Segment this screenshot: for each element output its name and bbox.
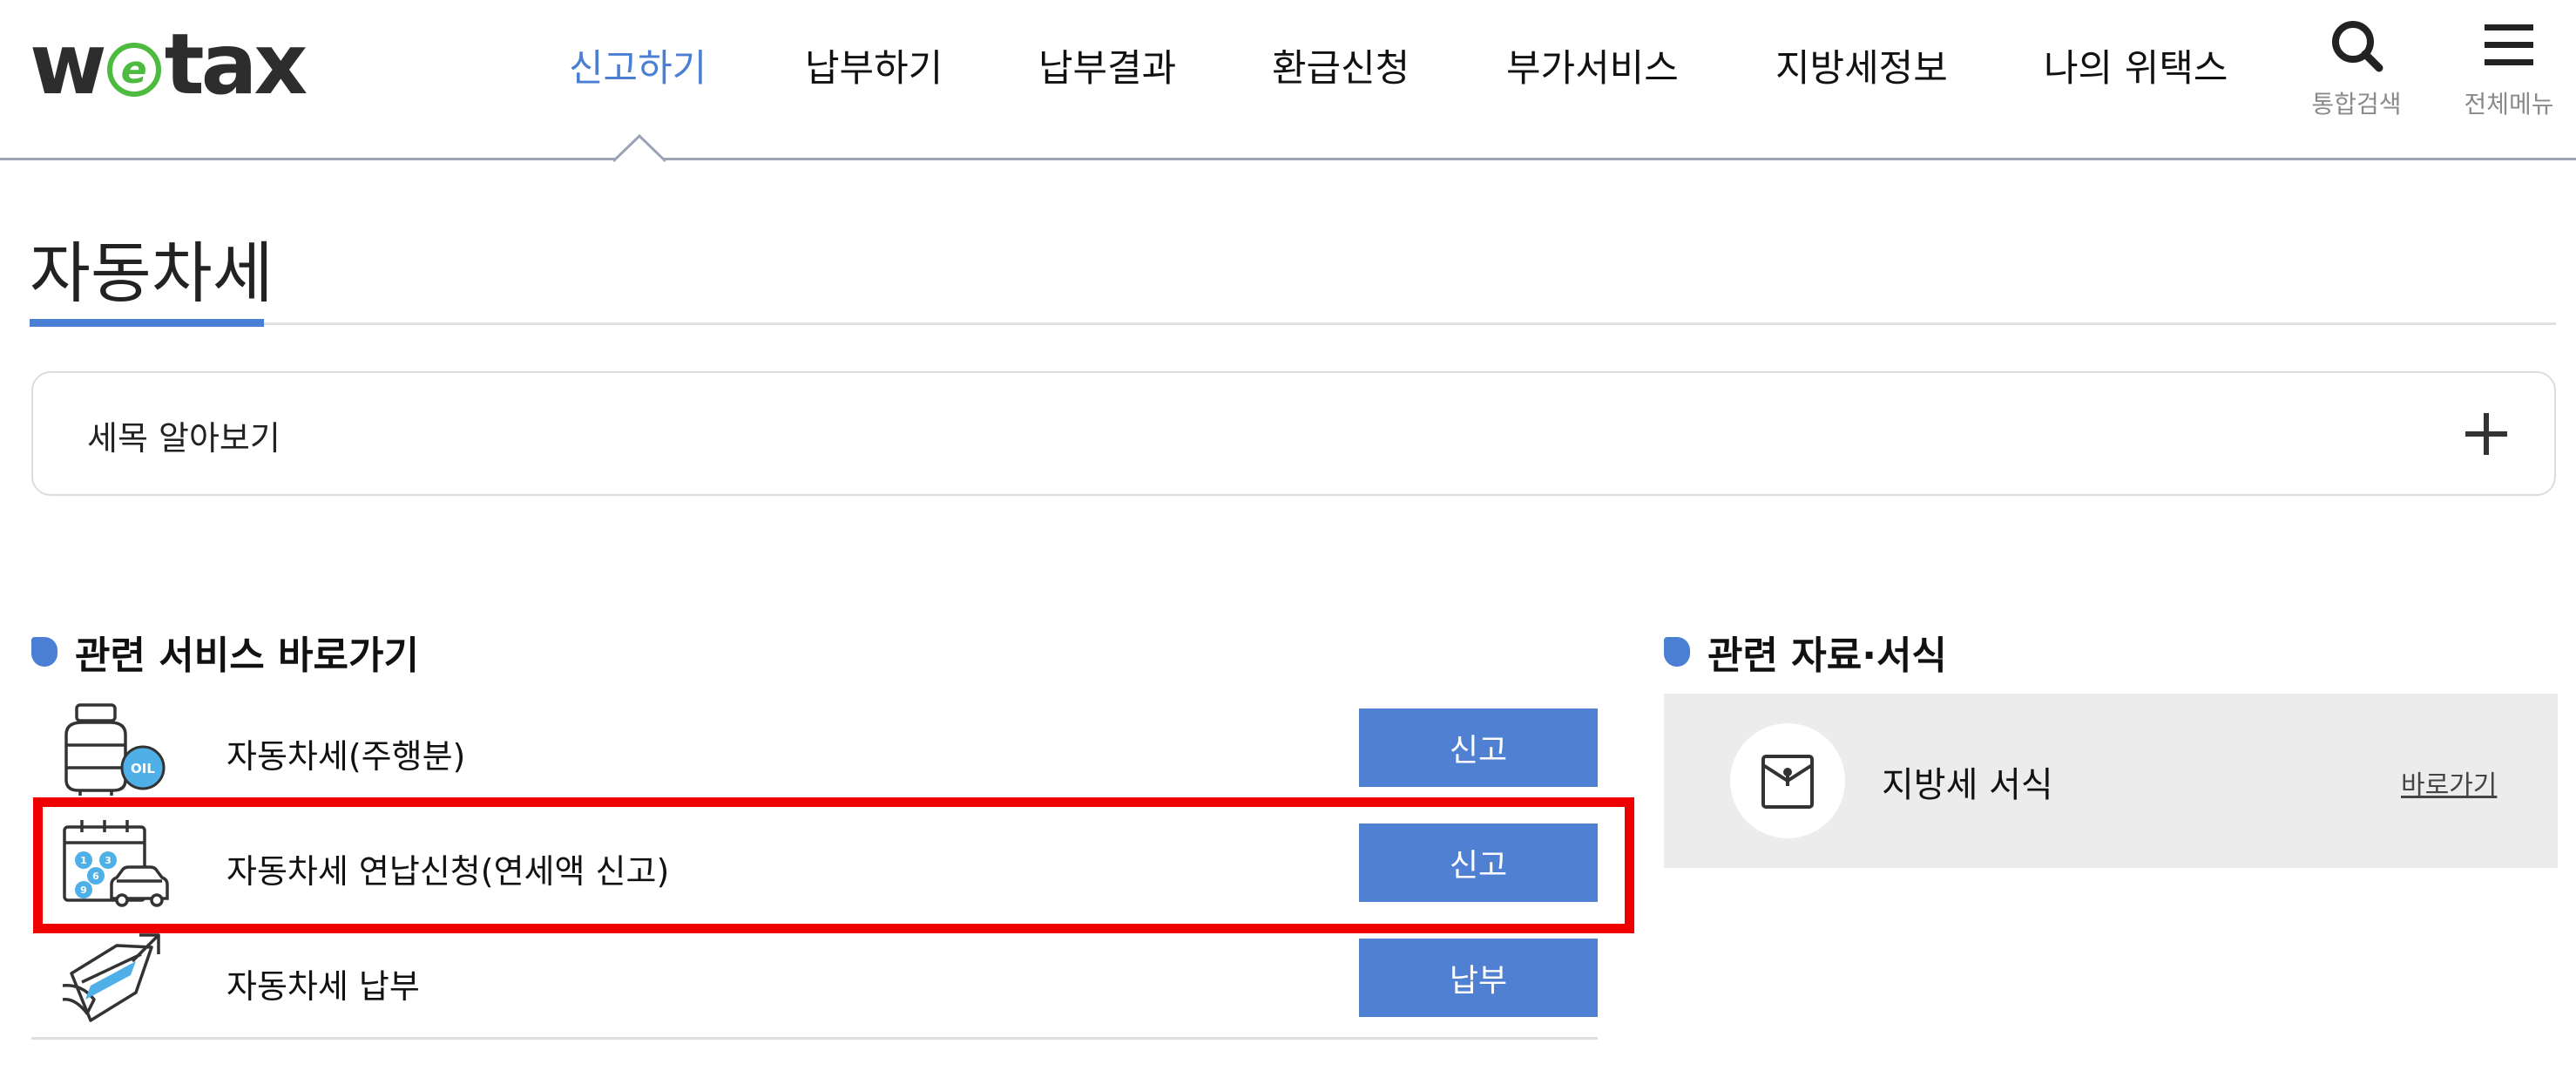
nav-item-pay[interactable]: 납부하기 bbox=[805, 38, 943, 92]
title-underline-accent bbox=[30, 319, 264, 327]
local-tax-forms-card: 지방세 서식 바로가기 bbox=[1664, 694, 2558, 868]
nav-item-pay-result[interactable]: 납부결과 bbox=[1038, 38, 1176, 92]
accordion-label: 세목 알아보기 bbox=[87, 419, 281, 458]
pay-button[interactable]: 납부 bbox=[1359, 939, 1598, 1017]
service-row: OIL 자동차세(주행분) 신고 bbox=[31, 691, 1598, 806]
nav-item-my-wetax[interactable]: 나의 위택스 bbox=[2044, 38, 2228, 92]
related-services-title: 관련 서비스 바로가기 bbox=[75, 634, 419, 678]
tax-info-accordion[interactable]: 세목 알아보기 bbox=[31, 371, 2556, 496]
go-to-link[interactable]: 바로가기 bbox=[2401, 763, 2497, 802]
logo-letter-w: w bbox=[30, 16, 107, 113]
nav-item-report[interactable]: 신고하기 bbox=[569, 38, 707, 92]
service-label: 자동차세(주행분) bbox=[226, 737, 466, 776]
logo-letter-e: e bbox=[120, 47, 147, 92]
form-icon-circle bbox=[1730, 723, 1845, 838]
page-title: 자동차세 bbox=[30, 234, 274, 312]
wetax-logo[interactable]: w e tax bbox=[30, 16, 308, 113]
section-bullet-icon bbox=[31, 637, 57, 667]
logo-e-circle: e bbox=[106, 43, 161, 97]
form-label: 지방세 서식 bbox=[1882, 765, 2053, 805]
section-bullet-icon bbox=[1664, 637, 1690, 667]
search-icon bbox=[2332, 21, 2383, 72]
nav-item-refund[interactable]: 환급신청 bbox=[1272, 38, 1410, 92]
svg-text:OIL: OIL bbox=[131, 761, 155, 776]
document-envelope-icon bbox=[1761, 755, 1814, 809]
related-services-heading: 관련 서비스 바로가기 bbox=[31, 624, 419, 680]
hamburger-menu-icon bbox=[2485, 24, 2533, 65]
related-forms-title: 관련 자료·서식 bbox=[1707, 634, 1947, 678]
related-forms-heading: 관련 자료·서식 bbox=[1664, 624, 1947, 680]
nav-item-extra-services[interactable]: 부가서비스 bbox=[1506, 38, 1679, 92]
fuel-tank-icon: OIL bbox=[64, 703, 166, 796]
active-nav-caret-icon bbox=[613, 134, 666, 162]
title-divider bbox=[30, 322, 2556, 325]
logo-letters-tax: tax bbox=[164, 16, 308, 113]
card-payment-icon bbox=[62, 933, 160, 1022]
site-header: w e tax 신고하기 납부하기 납부결과 환급신청 부가서비스 지방세정보 나의… bbox=[0, 0, 2576, 162]
plus-icon[interactable] bbox=[2465, 413, 2507, 455]
all-menu-button[interactable]: 전체메뉴 bbox=[2457, 17, 2561, 120]
highlight-annotation-box bbox=[33, 797, 1634, 933]
search-label: 통합검색 bbox=[2311, 90, 2402, 119]
nav-item-local-tax-info[interactable]: 지방세정보 bbox=[1775, 38, 1948, 92]
integrated-search-button[interactable]: 통합검색 bbox=[2304, 17, 2409, 120]
service-label: 자동차세 납부 bbox=[226, 967, 420, 1006]
all-menu-label: 전체메뉴 bbox=[2464, 90, 2554, 119]
service-row: 자동차세 납부 납부 bbox=[31, 921, 1598, 1036]
report-button[interactable]: 신고 bbox=[1359, 708, 1598, 787]
services-bottom-divider bbox=[31, 1037, 1598, 1040]
